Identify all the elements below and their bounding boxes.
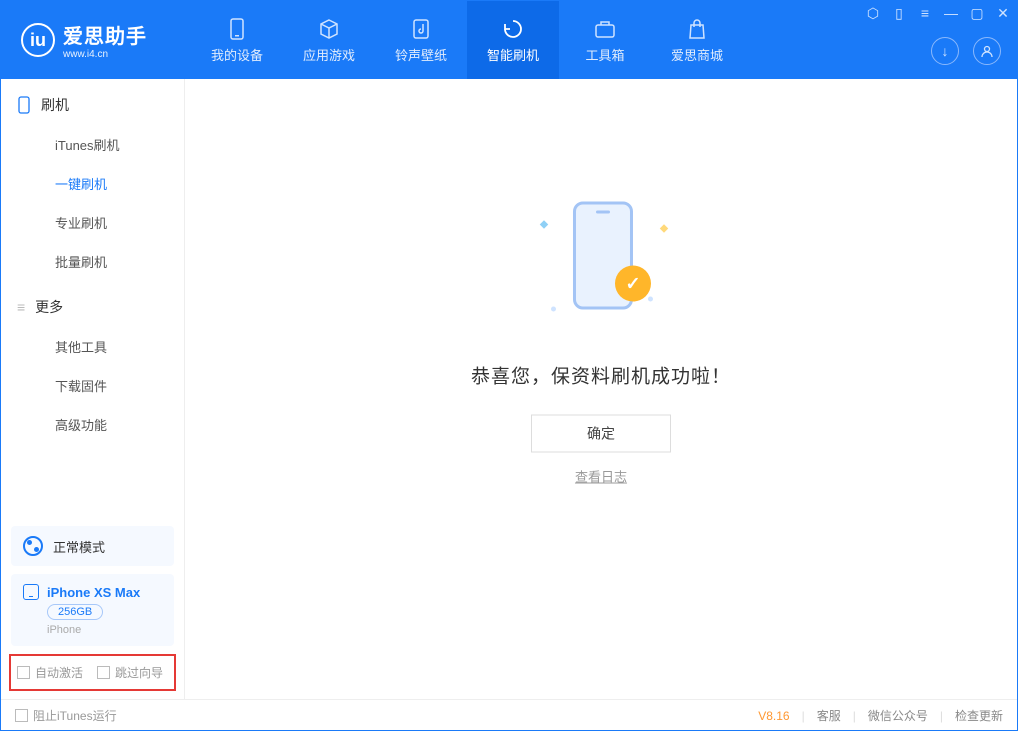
main-content: ✓ 恭喜您，保资料刷机成功啦！ 确定 查看日志 [185,79,1017,699]
header-right-buttons: ↓ [931,37,1001,65]
checkbox-label: 自动激活 [35,664,83,681]
device-name: iPhone XS Max [47,585,140,600]
download-button[interactable]: ↓ [931,37,959,65]
tab-label: 工具箱 [585,45,624,64]
mode-label: 正常模式 [53,537,105,556]
app-header: iu 爱思助手 www.i4.cn 我的设备 应用游戏 铃声壁纸 智能刷机 工具… [1,1,1017,79]
maximize-button[interactable]: ▢ [969,5,985,21]
body-area: 刷机 iTunes刷机 一键刷机 专业刷机 批量刷机 ≡ 更多 其他工具 下载固… [1,79,1017,699]
checkbox-label: 阻止iTunes运行 [33,707,117,724]
app-name: 爱思助手 [63,20,147,49]
section-more: ≡ 更多 [1,281,184,327]
device-storage-badge: 256GB [47,604,103,620]
tab-label: 爱思商城 [671,45,723,64]
sidebar-item-other-tools[interactable]: 其他工具 [1,327,184,366]
tab-label: 智能刷机 [487,45,539,64]
list-icon: ≡ [17,299,25,315]
shirt-icon[interactable]: ⬡ [865,5,881,21]
footer-right: V8.16 | 客服 | 微信公众号 | 检查更新 [758,707,1003,724]
app-site: www.i4.cn [63,49,147,60]
device-box[interactable]: iPhone XS Max 256GB iPhone [11,574,174,646]
checkbox-icon [97,666,110,679]
success-message: 恭喜您，保资料刷机成功啦！ [471,362,731,389]
tab-flash[interactable]: 智能刷机 [467,1,559,79]
tab-toolbox[interactable]: 工具箱 [559,1,651,79]
mode-box[interactable]: 正常模式 [11,526,174,566]
mode-icon [23,536,43,556]
minimize-button[interactable]: — [943,5,959,21]
main-tabs: 我的设备 应用游戏 铃声壁纸 智能刷机 工具箱 爱思商城 [191,1,743,79]
sparkle-icon [540,221,548,229]
sidebar-item-batch-flash[interactable]: 批量刷机 [1,242,184,281]
checkbox-icon [17,666,30,679]
separator: | [802,709,805,723]
window-controls: ⬡ ▯ ≡ — ▢ ✕ [865,5,1011,21]
bag-icon [685,17,709,41]
success-illustration: ✓ [511,192,691,342]
check-update-link[interactable]: 检查更新 [955,707,1003,724]
tab-my-device[interactable]: 我的设备 [191,1,283,79]
support-link[interactable]: 客服 [817,707,841,724]
sidebar-bottom: 正常模式 iPhone XS Max 256GB iPhone 自动激活 跳过向… [1,518,184,699]
device-small-icon [23,584,39,600]
app-logo-icon: iu [21,23,55,57]
sidebar-item-firmware[interactable]: 下载固件 [1,366,184,405]
device-icon [225,17,249,41]
sidebar-item-itunes-flash[interactable]: iTunes刷机 [1,125,184,164]
checkbox-icon [15,709,28,722]
sidebar: 刷机 iTunes刷机 一键刷机 专业刷机 批量刷机 ≡ 更多 其他工具 下载固… [1,79,185,699]
section-label: 更多 [35,297,63,317]
check-badge-icon: ✓ [615,266,651,302]
wechat-link[interactable]: 微信公众号 [868,707,928,724]
close-button[interactable]: ✕ [995,5,1011,21]
cube-icon [317,17,341,41]
dot-icon [648,297,653,302]
tab-label: 应用游戏 [303,45,355,64]
section-label: 刷机 [41,95,69,115]
tab-ringtones[interactable]: 铃声壁纸 [375,1,467,79]
dot-icon [551,307,556,312]
checkbox-skip-guide[interactable]: 跳过向导 [97,664,163,681]
version-label: V8.16 [758,709,789,723]
device-type: iPhone [47,624,81,636]
tab-apps[interactable]: 应用游戏 [283,1,375,79]
tab-label: 铃声壁纸 [395,45,447,64]
view-log-link[interactable]: 查看日志 [575,470,627,485]
tab-store[interactable]: 爱思商城 [651,1,743,79]
logo-area: iu 爱思助手 www.i4.cn [1,20,191,60]
sidebar-item-advanced[interactable]: 高级功能 [1,405,184,444]
tab-label: 我的设备 [211,45,263,64]
logo-text: 爱思助手 www.i4.cn [63,20,147,60]
separator: | [940,709,943,723]
phone-flash-icon [17,96,31,114]
checkbox-label: 跳过向导 [115,664,163,681]
options-row: 自动激活 跳过向导 [9,654,176,691]
footer: 阻止iTunes运行 V8.16 | 客服 | 微信公众号 | 检查更新 [1,699,1017,731]
section-flash: 刷机 [1,79,184,125]
success-panel: ✓ 恭喜您，保资料刷机成功啦！ 确定 查看日志 [471,192,731,487]
text-icon[interactable]: ▯ [891,5,907,21]
sidebar-item-onekey-flash[interactable]: 一键刷机 [1,164,184,203]
menu-icon[interactable]: ≡ [917,5,933,21]
sparkle-icon [660,225,668,233]
checkbox-block-itunes[interactable]: 阻止iTunes运行 [15,707,117,724]
sidebar-item-pro-flash[interactable]: 专业刷机 [1,203,184,242]
user-button[interactable] [973,37,1001,65]
refresh-icon [501,17,525,41]
toolbox-icon [593,17,617,41]
checkbox-auto-activate[interactable]: 自动激活 [17,664,83,681]
music-icon [409,17,433,41]
separator: | [853,709,856,723]
ok-button[interactable]: 确定 [531,415,671,453]
